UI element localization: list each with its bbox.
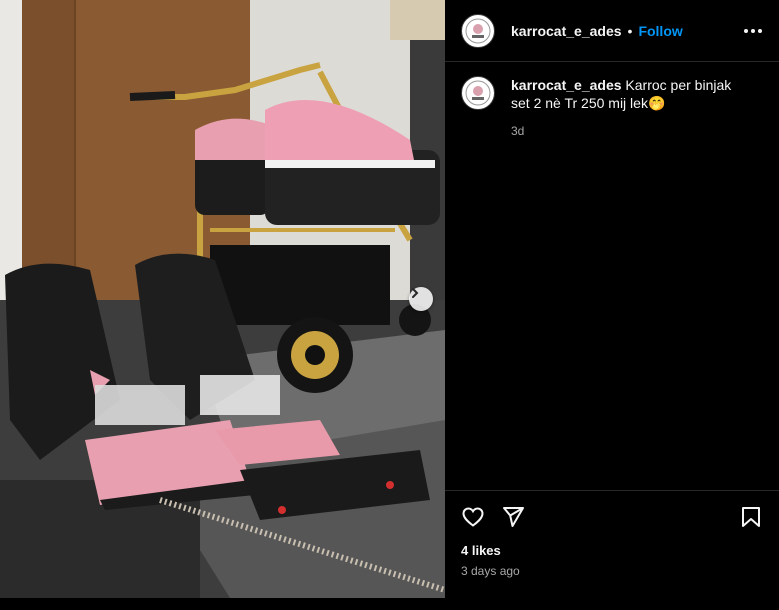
- like-button[interactable]: [461, 505, 485, 529]
- caption-block: karrocat_e_ades Karroc per binjak set 2 …: [445, 62, 779, 140]
- save-button[interactable]: [739, 505, 763, 529]
- header-username[interactable]: karrocat_e_ades: [511, 23, 622, 39]
- post-date[interactable]: 3 days ago: [445, 558, 779, 578]
- profile-logo-icon: [465, 80, 491, 106]
- post-actions: 4 likes 3 days ago: [445, 490, 779, 610]
- stroller-photo-illustration: [0, 0, 445, 598]
- profile-logo-icon: [465, 18, 491, 43]
- heart-icon: [462, 507, 484, 527]
- post-viewer: karrocat_e_ades • Follow karrocat_e_ades…: [0, 0, 779, 598]
- bookmark-icon: [742, 507, 760, 527]
- action-icons: [445, 491, 779, 529]
- caption-avatar[interactable]: [461, 76, 495, 110]
- post-photo[interactable]: [0, 0, 445, 598]
- caption-text-block: karrocat_e_ades Karroc per binjak set 2 …: [511, 76, 751, 140]
- avatar[interactable]: [461, 13, 495, 48]
- more-options-icon: [744, 28, 762, 33]
- more-options-button[interactable]: [743, 28, 763, 34]
- chevron-right-icon: [412, 288, 419, 298]
- follow-button[interactable]: Follow: [638, 23, 682, 39]
- next-image-button[interactable]: [409, 287, 433, 311]
- likes-count[interactable]: 4 likes: [445, 529, 779, 558]
- header-separator: •: [627, 22, 633, 39]
- caption-username[interactable]: karrocat_e_ades: [511, 77, 622, 93]
- post-header: karrocat_e_ades • Follow: [445, 0, 779, 62]
- caption-age: 3d: [511, 124, 525, 138]
- send-icon: [503, 507, 524, 527]
- share-button[interactable]: [501, 505, 525, 529]
- post-side-panel: karrocat_e_ades • Follow karrocat_e_ades…: [445, 0, 779, 598]
